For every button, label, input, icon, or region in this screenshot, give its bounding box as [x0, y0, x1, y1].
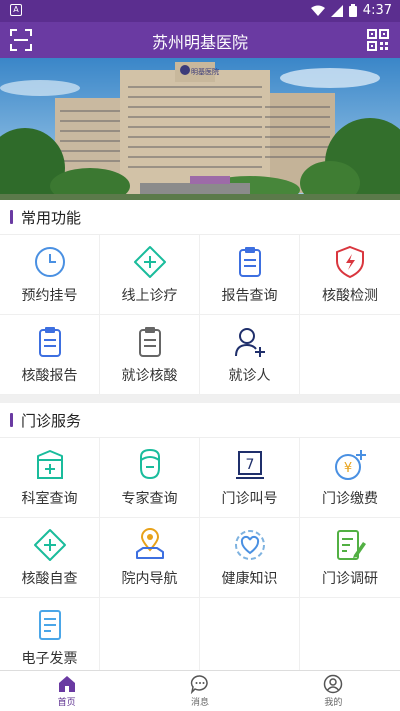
visit-nucleic-icon: [138, 326, 161, 357]
notification-a-icon: A: [10, 4, 22, 16]
signal-icon: [330, 4, 343, 17]
payment-icon: ¥: [335, 449, 366, 480]
message-icon: [190, 675, 208, 694]
grid-item-online-consult[interactable]: 线上诊疗: [100, 235, 200, 315]
section-accent-bar: [10, 210, 13, 224]
grid-item-empty: [200, 598, 300, 670]
grid-item-label: 电子发票: [21, 650, 78, 667]
status-time: 4:37: [362, 3, 392, 18]
grid-item-health-knowledge[interactable]: 健康知识: [200, 518, 300, 598]
grid-item-invoice[interactable]: 电子发票: [0, 598, 100, 670]
bottom-tab-bar: 首页 消息 我的: [0, 670, 400, 711]
grid-item-label: 门诊调研: [322, 570, 378, 587]
grid-item-label: 就诊核酸: [121, 367, 178, 384]
app-bar: 苏州明基医院: [0, 22, 400, 58]
wifi-icon: [310, 5, 325, 16]
tab-label: 消息: [190, 698, 209, 708]
grid-item-label: 门诊叫号: [221, 490, 278, 507]
grid-item-payment[interactable]: ¥ 门诊缴费: [300, 438, 400, 518]
section-header-outpatient: 门诊服务: [0, 403, 400, 438]
tab-profile[interactable]: 我的: [267, 671, 400, 711]
grid-item-expert[interactable]: 专家查询: [100, 438, 200, 518]
grid-item-navigation[interactable]: 院内导航: [100, 518, 200, 598]
section-title: 常用功能: [21, 208, 82, 227]
clock-icon: [34, 246, 65, 277]
invoice-icon: [38, 609, 61, 640]
grid-item-empty: [300, 315, 400, 395]
status-bar: A 4:37: [0, 0, 400, 22]
section-header-common: 常用功能: [0, 200, 400, 235]
grid-item-appointment[interactable]: 预约挂号: [0, 235, 100, 315]
home-icon: [58, 676, 75, 692]
survey-icon: [337, 529, 366, 560]
common-functions-grid: 预约挂号 线上诊疗 报告查询 核酸检测 核酸报告 就诊核酸 就诊人: [0, 235, 400, 395]
grid-item-label: 门诊缴费: [322, 490, 378, 507]
page-title: 苏州明基医院: [151, 33, 248, 52]
section-divider: [0, 395, 400, 403]
grid-item-label: 核酸检测: [322, 287, 378, 304]
grid-item-visit-nucleic[interactable]: 就诊核酸: [100, 315, 200, 395]
grid-item-nucleic-test[interactable]: 核酸检测: [300, 235, 400, 315]
grid-item-empty: [100, 598, 200, 670]
qr-code-icon[interactable]: [366, 28, 390, 52]
grid-item-label: 线上诊疗: [121, 287, 178, 304]
queue-number-icon: 7: [235, 450, 264, 479]
grid-item-label: 健康知识: [221, 570, 278, 587]
navigation-pin-icon: [135, 527, 164, 559]
grid-item-self-check[interactable]: 核酸自查: [0, 518, 100, 598]
outpatient-services-grid: 科室查询 专家查询 7 门诊叫号 ¥ 门诊缴费 核酸自查 院内导航 健康知识 门…: [0, 438, 400, 670]
doctor-icon: [139, 448, 160, 479]
hospital-banner[interactable]: 明基医院: [0, 58, 400, 200]
grid-item-label: 核酸自查: [21, 570, 78, 587]
health-knowledge-icon: [234, 529, 265, 560]
profile-icon: [324, 674, 343, 694]
grid-item-report-query[interactable]: 报告查询: [200, 235, 300, 315]
grid-item-empty: [300, 598, 400, 670]
section-title: 门诊服务: [21, 411, 82, 430]
grid-item-label: 就诊人: [228, 367, 271, 384]
grid-item-nucleic-report[interactable]: 核酸报告: [0, 315, 100, 395]
nucleic-shield-icon: [336, 245, 364, 278]
tab-label: 我的: [324, 698, 343, 708]
online-consult-icon: [133, 245, 166, 278]
nucleic-report-icon: [38, 326, 61, 357]
grid-item-label: 院内导航: [121, 570, 178, 587]
main-content[interactable]: 常用功能 预约挂号 线上诊疗 报告查询 核酸检测 核酸报告 就诊核酸 就诊人 门…: [0, 200, 400, 670]
grid-item-label: 科室查询: [21, 490, 78, 507]
grid-item-label: 专家查询: [121, 490, 178, 507]
grid-item-department[interactable]: 科室查询: [0, 438, 100, 518]
grid-item-queue[interactable]: 7 门诊叫号: [200, 438, 300, 518]
grid-item-label: 预约挂号: [21, 287, 78, 304]
hospital-building-image: 明基医院: [0, 58, 400, 200]
svg-text:¥: ¥: [344, 461, 352, 476]
report-clipboard-icon: [238, 246, 261, 277]
department-icon: [36, 449, 63, 479]
battery-icon: [348, 4, 357, 17]
self-check-icon: [33, 528, 66, 561]
section-accent-bar: [10, 413, 13, 427]
grid-item-patient[interactable]: 就诊人: [200, 315, 300, 395]
tab-messages[interactable]: 消息: [133, 671, 266, 711]
svg-text:7: 7: [245, 457, 254, 473]
add-patient-icon: [234, 327, 265, 357]
hospital-sign-text: 明基医院: [191, 67, 219, 76]
grid-item-label: 报告查询: [221, 287, 278, 304]
grid-item-label: 核酸报告: [21, 367, 78, 384]
tab-label: 首页: [57, 698, 76, 708]
grid-item-survey[interactable]: 门诊调研: [300, 518, 400, 598]
tab-home[interactable]: 首页: [0, 671, 133, 711]
